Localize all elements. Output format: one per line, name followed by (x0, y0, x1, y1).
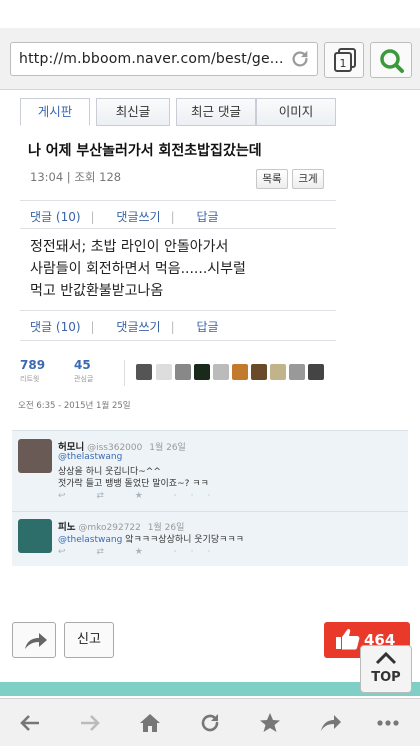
tab-images[interactable]: 이미지 (256, 98, 336, 126)
list-button[interactable]: 목록 (256, 169, 288, 189)
avatar[interactable] (18, 519, 52, 553)
tweet-timestamp: 오전 6:35 - 2015년 1월 25일 (18, 401, 131, 411)
board-tabs: 게시판 최신글 최근 댓글 이미지 (20, 98, 336, 126)
report-button[interactable]: 신고 (64, 622, 114, 658)
browser-address-bar: http://m.bboom.naver.com/best/ge... 1 (0, 28, 420, 90)
tab-latest[interactable]: 최신글 (96, 98, 170, 126)
reply-mention[interactable]: @thelastwang (58, 452, 122, 462)
url-text[interactable]: http://m.bboom.naver.com/best/ge... (19, 51, 287, 67)
divider (20, 200, 336, 201)
retweet-count: 789 (20, 358, 46, 372)
reply-link[interactable]: 답글 (196, 320, 218, 334)
reply-text: 젓가락 들고 뱅뱅 돌었단 말이죠~? ㅋㅋ (58, 479, 209, 489)
comments-link[interactable]: 댓글 (10) (30, 320, 81, 334)
avatar[interactable] (136, 364, 152, 380)
tab-recent-comments[interactable]: 최근 댓글 (176, 98, 256, 126)
body-line: 사람들이 회전하면서 먹음......시부럴 (30, 261, 246, 277)
share-icon[interactable] (318, 711, 342, 735)
divider (20, 340, 336, 341)
reply-header: 피노 @mko292722 1월 26일 (58, 519, 184, 533)
reply-actions[interactable]: ↩ ⇄ ★ ··· (58, 547, 224, 557)
scroll-top-button[interactable]: TOP (360, 645, 412, 693)
reply-item[interactable]: 허모니 @iss362000 1월 26일 @thelastwang 상상을 하… (12, 431, 408, 505)
avatar[interactable] (270, 364, 286, 380)
reply-list: 허모니 @iss362000 1월 26일 @thelastwang 상상을 하… (12, 430, 408, 566)
comment-bar-top: 댓글 (10) | 댓글쓰기 | 답글 (30, 210, 219, 224)
footer-strip (0, 682, 420, 696)
body-line: 먹고 반값환불받고나옴 (30, 283, 164, 299)
post-title: 나 어제 부산놀러가서 회전초밥집갔는데 (28, 143, 262, 159)
search-button[interactable] (370, 42, 412, 78)
tab-count: 1 (340, 57, 347, 70)
comments-link[interactable]: 댓글 (10) (30, 210, 81, 224)
home-icon[interactable] (138, 711, 162, 735)
avatar[interactable] (308, 364, 324, 380)
avatar[interactable] (194, 364, 210, 380)
reply-content: @thelastwang 앜ㅋㅋㅋ상상하니 웃기당ㅋㅋㅋ (58, 532, 244, 545)
avatar[interactable] (18, 439, 52, 473)
back-icon[interactable] (18, 711, 42, 735)
reload-icon[interactable] (198, 711, 222, 735)
size-button[interactable]: 크게 (292, 169, 324, 189)
tweet-stats: 789 리트윗 45 관심글 (12, 356, 408, 390)
reply-header: 허모니 @iss362000 1월 26일 (58, 439, 186, 453)
reply-link[interactable]: 답글 (196, 210, 218, 224)
comment-bar-bottom: 댓글 (10) | 댓글쓰기 | 답글 (30, 320, 219, 334)
tabs-button[interactable]: 1 (324, 42, 364, 78)
retweet-label: 리트윗 (20, 375, 40, 383)
divider (20, 228, 336, 229)
tab-board[interactable]: 게시판 (20, 98, 90, 126)
top-label: TOP (371, 670, 401, 685)
avatar[interactable] (175, 364, 191, 380)
avatar[interactable] (232, 364, 248, 380)
reply-actions[interactable]: ↩ ⇄ ★ ··· (58, 491, 224, 501)
bookmark-star-icon[interactable] (258, 711, 282, 735)
favorite-count: 45 (74, 358, 91, 372)
url-field[interactable]: http://m.bboom.naver.com/best/ge... (10, 42, 318, 76)
reply-date: 1월 26일 (149, 443, 186, 453)
forward-icon[interactable] (78, 711, 102, 735)
reply-text: 앜ㅋㅋㅋ상상하니 웃기당ㅋㅋㅋ (125, 535, 244, 545)
body-line: 정전돼서; 초밥 라인이 안돌아가서 (30, 239, 229, 255)
divider (12, 511, 408, 512)
browser-nav-bar (0, 698, 420, 746)
avatar[interactable] (289, 364, 305, 380)
share-button[interactable] (12, 622, 56, 658)
divider (124, 360, 125, 386)
post-body: 정전돼서; 초밥 라인이 안돌아가서 사람들이 회전하면서 먹음......시부… (30, 236, 246, 302)
chevron-up-icon (375, 651, 397, 665)
write-comment-link[interactable]: 댓글쓰기 (116, 320, 160, 334)
write-comment-link[interactable]: 댓글쓰기 (116, 210, 160, 224)
share-icon (25, 633, 47, 649)
divider (20, 310, 336, 311)
reply-mention[interactable]: @thelastwang (58, 535, 122, 545)
more-icon[interactable] (376, 711, 400, 735)
search-icon (380, 49, 404, 73)
reload-icon[interactable] (289, 48, 311, 70)
tabs-icon: 1 (334, 48, 356, 72)
reply-item[interactable]: 피노 @mko292722 1월 26일 @thelastwang 앜ㅋㅋㅋ상상… (12, 513, 408, 567)
post-meta: 13:04 | 조회 128 (30, 170, 122, 184)
avatar[interactable] (213, 364, 229, 380)
avatar[interactable] (251, 364, 267, 380)
favorite-label: 관심글 (74, 375, 94, 383)
avatar[interactable] (156, 364, 172, 380)
